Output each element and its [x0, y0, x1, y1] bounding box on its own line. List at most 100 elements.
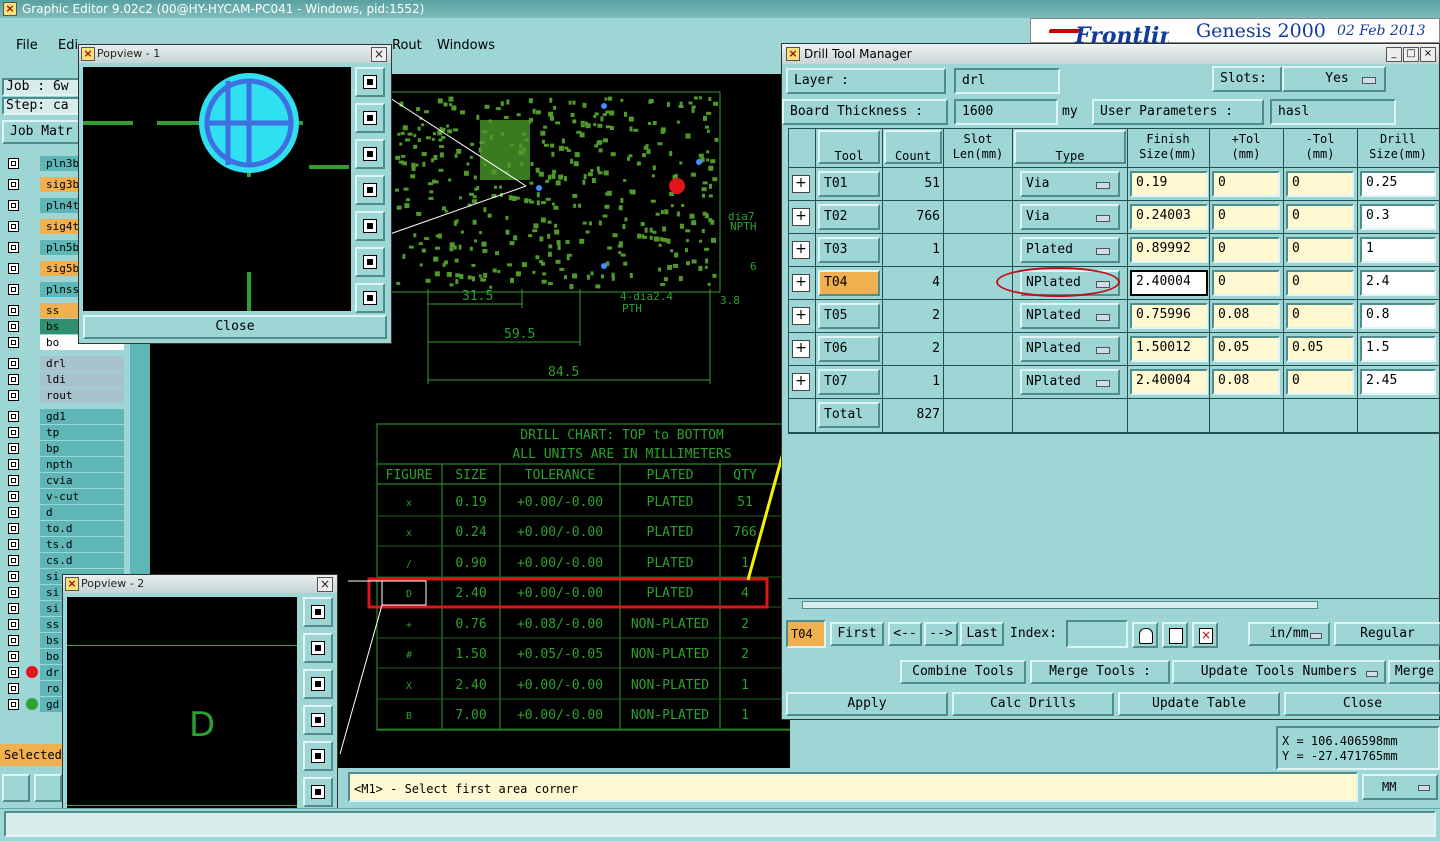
expand-icon[interactable]: +	[792, 274, 810, 292]
popview-pan-up-icon[interactable]	[355, 103, 385, 133]
tool-ntol-input[interactable]: 0	[1286, 270, 1354, 296]
layer-row[interactable]: gd1	[6, 409, 124, 424]
menu-windows[interactable]: Windows	[437, 38, 495, 53]
menu-file[interactable]: File	[16, 38, 38, 53]
tool-drill-input[interactable]: 1.5	[1360, 336, 1436, 362]
layer-checkbox[interactable]	[8, 619, 19, 630]
prev-button[interactable]: <--	[888, 622, 922, 646]
tool-type-dropdown[interactable]: NPlated	[1020, 369, 1120, 395]
lightbulb-icon[interactable]	[1132, 622, 1158, 648]
popview-zoom-out-icon[interactable]	[355, 247, 385, 277]
tool-drill-input[interactable]: 2.4	[1360, 270, 1436, 296]
tool-drill-input[interactable]: 2.45	[1360, 369, 1436, 395]
tool-ntol-input[interactable]: 0.05	[1286, 336, 1354, 362]
tool-button[interactable]: T01	[818, 171, 880, 197]
popview-pan-down-icon[interactable]	[303, 669, 333, 699]
layer-checkbox[interactable]	[8, 427, 19, 438]
layer-checkbox[interactable]	[8, 667, 19, 678]
layer-checkbox[interactable]	[8, 651, 19, 662]
layer-checkbox[interactable]	[8, 603, 19, 614]
layer-checkbox[interactable]	[8, 284, 19, 295]
layer-row[interactable]: rout	[6, 388, 124, 403]
layer-checkbox[interactable]	[8, 200, 19, 211]
layer-row[interactable]: cs.d	[6, 553, 124, 568]
layer-checkbox[interactable]	[8, 459, 19, 470]
expand-icon[interactable]: +	[792, 241, 810, 259]
expand-icon[interactable]: +	[792, 175, 810, 193]
command-input[interactable]	[4, 811, 1436, 837]
popview-pan-left-icon[interactable]	[355, 175, 385, 205]
layer-row[interactable]: bp	[6, 441, 124, 456]
tool-type-dropdown[interactable]: NPlated	[1020, 303, 1120, 329]
layer-checkbox[interactable]	[8, 523, 19, 534]
tool-finish-input[interactable]: 0.24003	[1130, 204, 1208, 230]
tool-type-dropdown[interactable]: Via	[1020, 204, 1120, 230]
tool-ptol-input[interactable]: 0.08	[1212, 369, 1280, 395]
update-tools-numbers-dropdown[interactable]: Update Tools Numbers	[1172, 660, 1386, 684]
delete-icon[interactable]: ×	[1192, 622, 1218, 648]
merge-button[interactable]: Merge	[1388, 660, 1440, 684]
tool-button[interactable]: T02	[818, 204, 880, 230]
menu-rout[interactable]: Rout	[392, 38, 422, 53]
layer-row[interactable]: to.d	[6, 521, 124, 536]
layer-name[interactable]: rout	[40, 388, 124, 403]
popview-zoom-out-icon[interactable]	[303, 777, 333, 807]
layer-name[interactable]: to.d	[40, 521, 124, 536]
layer-checkbox[interactable]	[8, 555, 19, 566]
popview-pan-right-icon[interactable]	[303, 741, 333, 771]
tool-button[interactable]: T05	[818, 303, 880, 329]
tool-ptol-input[interactable]: 0	[1212, 270, 1280, 296]
tool-drill-input[interactable]: 1	[1360, 237, 1436, 263]
expand-icon[interactable]: +	[792, 307, 810, 325]
layer-checkbox[interactable]	[8, 491, 19, 502]
tool-drill-input[interactable]: 0.3	[1360, 204, 1436, 230]
apply-button[interactable]: Apply	[786, 692, 948, 716]
layer-name[interactable]: ldi	[40, 372, 124, 387]
popview-pan-left-icon[interactable]	[303, 705, 333, 735]
tool-button[interactable]: T06	[818, 336, 880, 362]
close-icon[interactable]: ×	[1420, 47, 1436, 62]
layer-checkbox[interactable]	[8, 221, 19, 232]
layer-checkbox[interactable]	[8, 305, 19, 316]
layer-name[interactable]: gd1	[40, 409, 124, 424]
layer-checkbox[interactable]	[8, 390, 19, 401]
popview-pan-right-icon[interactable]	[355, 211, 385, 241]
minimize-icon[interactable]: _	[1386, 47, 1402, 62]
layer-checkbox[interactable]	[8, 443, 19, 454]
layer-checkbox[interactable]	[8, 699, 19, 710]
popview-fit-icon[interactable]	[355, 283, 385, 313]
popview-pan-down-icon[interactable]	[355, 139, 385, 169]
layer-row[interactable]: tp	[6, 425, 124, 440]
units-dropdown[interactable]: in/mm	[1248, 622, 1330, 646]
unit-dropdown[interactable]: MM	[1362, 774, 1438, 800]
layer-row[interactable]: ts.d	[6, 537, 124, 552]
mode-dropdown[interactable]: Regular	[1334, 622, 1440, 646]
tool-drill-input[interactable]: 0.8	[1360, 303, 1436, 329]
layer-checkbox[interactable]	[8, 158, 19, 169]
close-icon[interactable]: ×	[317, 577, 333, 592]
layer-checkbox[interactable]	[8, 635, 19, 646]
layer-row[interactable]: cvia	[6, 473, 124, 488]
layer-checkbox[interactable]	[8, 179, 19, 190]
tool-finish-input[interactable]: 0.89992	[1130, 237, 1208, 263]
layer-checkbox[interactable]	[8, 337, 19, 348]
maximize-icon[interactable]: □	[1403, 47, 1419, 62]
zoom-area-icon[interactable]	[2, 774, 30, 802]
tool-ntol-input[interactable]: 0	[1286, 369, 1354, 395]
tool-button[interactable]: T07	[818, 369, 880, 395]
layer-name[interactable]: bp	[40, 441, 124, 456]
slots-dropdown[interactable]: Yes	[1282, 66, 1386, 92]
table-hscrollbar[interactable]	[788, 598, 1440, 611]
expand-icon[interactable]: +	[792, 208, 810, 226]
tool-finish-input[interactable]: 1.50012	[1130, 336, 1208, 362]
tool-finish-input[interactable]: 0.75996	[1130, 303, 1208, 329]
tool-button[interactable]: T04	[818, 270, 880, 296]
layer-checkbox[interactable]	[8, 263, 19, 274]
layer-checkbox[interactable]	[8, 242, 19, 253]
layer-name[interactable]: v-cut	[40, 489, 124, 504]
update-table-button[interactable]: Update Table	[1118, 692, 1280, 716]
job-matrix-button[interactable]: Job Matr	[2, 120, 82, 144]
tool-finish-input[interactable]: 2.40004	[1130, 369, 1208, 395]
combine-tools-button[interactable]: Combine Tools	[900, 660, 1026, 684]
tool-button[interactable]: T03	[818, 237, 880, 263]
